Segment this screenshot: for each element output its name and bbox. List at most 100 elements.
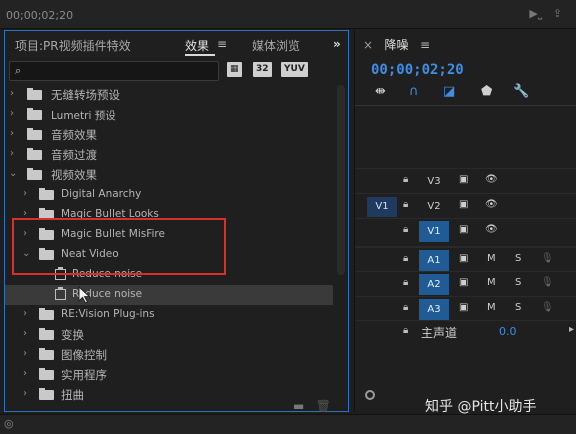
tree-item-image-control[interactable]: › 图像控制	[5, 345, 333, 365]
tree-item-transform[interactable]: › 变换	[5, 325, 333, 345]
chevron-right-icon[interactable]: ›	[23, 368, 27, 379]
eye-icon[interactable]: 👁︎	[485, 199, 498, 210]
sync-lock-icon[interactable]: ▣	[459, 302, 468, 313]
lock-icon[interactable]: 🔒︎	[403, 302, 408, 313]
chevron-right-icon[interactable]: ›	[23, 328, 27, 339]
chevron-right-icon[interactable]: ›	[23, 308, 27, 319]
tree-item-seamless-transitions[interactable]: › 无缝转场预设	[5, 85, 333, 105]
top-timecode: 00;00;02;20	[6, 9, 74, 22]
32-bit-filter-button[interactable]: 32	[253, 62, 272, 77]
tree-item-reduce-noise-selected[interactable]: Reduce noise	[5, 285, 333, 305]
microphone-icon[interactable]: 🎙︎	[541, 302, 554, 313]
app-status-icon: ◎	[4, 417, 14, 430]
effect-icon	[55, 287, 66, 300]
chevron-right-icon[interactable]: ›	[10, 88, 14, 99]
playhead-timecode[interactable]: 00;00;02;20	[371, 62, 464, 78]
watermark: 知乎 @Pitt小助手	[425, 399, 537, 415]
track-name[interactable]: A3	[419, 299, 449, 320]
insert-sequence-icon[interactable]: ⇼	[375, 84, 386, 99]
tree-item-video-effects[interactable]: ⌄ 视频效果	[5, 165, 333, 185]
microphone-icon[interactable]: 🎙︎	[541, 253, 554, 264]
tree-item-label: 变换	[61, 328, 84, 342]
eye-icon[interactable]: 👁︎	[485, 224, 498, 235]
mute-button[interactable]: M	[487, 277, 496, 288]
folder-icon	[39, 348, 54, 360]
chevron-right-icon[interactable]: ›	[10, 148, 14, 159]
tree-item-lumetri-presets[interactable]: › Lumetri 预设	[5, 105, 333, 125]
yuv-filter-button[interactable]: YUV	[281, 62, 308, 77]
preset-folder-icon	[27, 88, 42, 100]
new-bin-icon[interactable]: ▬ 🗑	[293, 399, 331, 413]
lock-icon[interactable]: 🔒︎	[403, 174, 408, 185]
tab-media-browser[interactable]: 媒体浏览	[252, 37, 300, 54]
more-tabs-icon[interactable]: »	[333, 37, 341, 51]
panel-menu-icon[interactable]: ≡	[420, 38, 430, 52]
sync-lock-icon[interactable]: ▣	[459, 174, 468, 185]
lock-icon[interactable]: 🔒︎	[403, 277, 408, 288]
accelerated-effects-filter-icon[interactable]: ▦	[227, 62, 242, 77]
tree-item-digital-anarchy[interactable]: › Digital Anarchy	[5, 185, 333, 205]
source-patch[interactable]: V1	[367, 197, 397, 217]
solo-button[interactable]: S	[515, 277, 521, 288]
chevron-right-icon[interactable]: ›	[23, 188, 27, 199]
panel-tabs: 项目:PR视频插件特效 效果 ≡ 媒体浏览 »	[5, 31, 348, 57]
tree-item-label: 实用程序	[61, 368, 107, 382]
tab-project[interactable]: 项目:PR视频插件特效	[15, 37, 131, 54]
close-icon[interactable]: ×	[363, 38, 373, 52]
delete-icon[interactable]: 🗑	[316, 399, 331, 413]
lock-icon[interactable]: 🔒︎	[403, 199, 408, 210]
track-name[interactable]: V1	[419, 221, 449, 242]
tab-effects[interactable]: 效果	[185, 37, 209, 54]
tree-item-audio-transitions[interactable]: › 音频过渡	[5, 145, 333, 165]
track-v3: 🔒︎ V3 ▣ 👁︎	[355, 168, 576, 194]
lock-icon[interactable]: 🔒︎	[403, 253, 408, 264]
tree-item-audio-effects[interactable]: › 音频效果	[5, 125, 333, 145]
chevron-down-icon[interactable]: ⌄	[9, 168, 17, 179]
chevron-right-icon[interactable]: ›	[10, 128, 14, 139]
tree-item-label: 无缝转场预设	[51, 88, 120, 102]
effects-scrollbar[interactable]	[337, 85, 345, 275]
snap-magnet-icon[interactable]: ∩	[409, 84, 419, 99]
tree-item-label: 扭曲	[61, 388, 84, 402]
sync-lock-icon[interactable]: ▣	[459, 199, 468, 210]
wrench-icon[interactable]: 🔧	[513, 84, 529, 99]
tree-item-distort[interactable]: › 扭曲	[5, 385, 333, 405]
timeline-tab[interactable]: × 降噪 ≡	[363, 36, 430, 53]
microphone-icon[interactable]: 🎙︎	[541, 277, 554, 288]
folder-icon	[27, 148, 42, 160]
tab-menu-icon[interactable]: ≡	[217, 37, 227, 51]
tree-item-label: 视频效果	[51, 168, 97, 182]
track-name[interactable]: V2	[419, 196, 449, 217]
tree-item-utility[interactable]: › 实用程序	[5, 365, 333, 385]
lock-icon[interactable]: 🔒︎	[403, 325, 408, 336]
folder-icon	[39, 328, 54, 340]
zoom-scroll-handle[interactable]	[365, 390, 375, 400]
track-name[interactable]: V3	[419, 171, 449, 192]
sync-lock-icon[interactable]: ▣	[459, 277, 468, 288]
sync-lock-icon[interactable]: ▣	[459, 224, 468, 235]
mute-button[interactable]: M	[487, 253, 496, 264]
folder-icon	[27, 168, 42, 180]
tree-item-revision-plugins[interactable]: › RE:Vision Plug-ins	[5, 305, 333, 325]
solo-button[interactable]: S	[515, 253, 521, 264]
folder-icon	[39, 388, 54, 400]
chevron-right-icon[interactable]: ›	[23, 348, 27, 359]
track-name[interactable]: A1	[419, 250, 449, 271]
sync-lock-icon[interactable]: ▣	[459, 253, 468, 264]
mute-button[interactable]: M	[487, 302, 496, 313]
track-name[interactable]: A2	[419, 274, 449, 295]
chevron-right-icon[interactable]: ›	[23, 388, 27, 399]
linked-selection-icon[interactable]: ◪	[443, 84, 455, 99]
lock-icon[interactable]: 🔒︎	[403, 224, 408, 235]
tree-item-label: RE:Vision Plug-ins	[61, 308, 155, 320]
eye-icon[interactable]: 👁︎	[485, 174, 498, 185]
play-right-icon[interactable]: ▸	[569, 324, 574, 335]
solo-button[interactable]: S	[515, 302, 521, 313]
track-a2: 🔒︎ A2 ▣ M S 🎙︎	[355, 271, 576, 297]
top-export-icons[interactable]: ▶⎵ ⇪	[529, 7, 562, 21]
track-a3: 🔒︎ A3 ▣ M S 🎙︎	[355, 296, 576, 322]
add-marker-icon[interactable]: ⬟	[481, 84, 492, 99]
search-input[interactable]: ⌕	[9, 61, 219, 81]
chevron-right-icon[interactable]: ›	[10, 108, 14, 119]
master-volume-value[interactable]: 0.0	[499, 325, 517, 338]
